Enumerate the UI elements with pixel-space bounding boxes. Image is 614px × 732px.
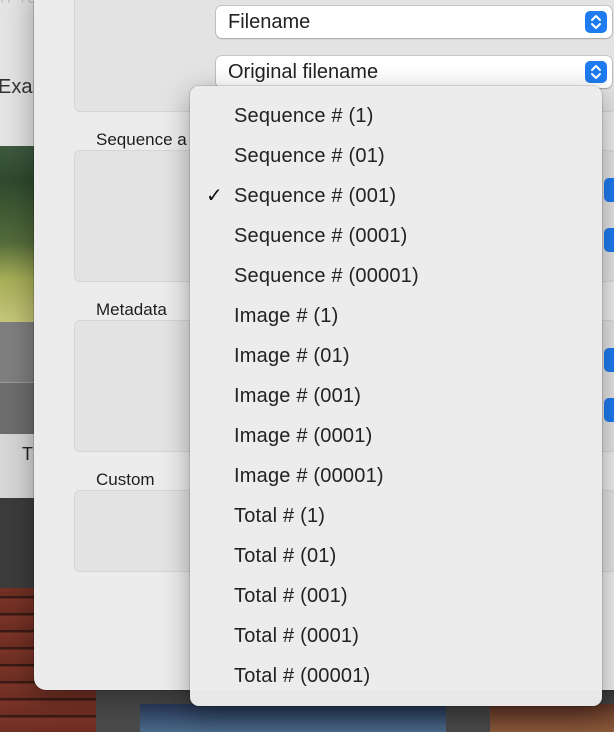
menu-item-label: Sequence # (0001) <box>234 225 408 247</box>
checkmark-icon: ✓ <box>206 185 223 207</box>
filmstrip-thumbnail[interactable] <box>490 704 614 732</box>
popup-label: Filename <box>228 11 311 33</box>
menu-item-label: Image # (0001) <box>234 425 373 447</box>
menu-item[interactable]: Sequence # (01) <box>190 136 602 176</box>
menu-item[interactable]: Total # (00001) <box>190 656 602 696</box>
menu-item[interactable]: Image # (1) <box>190 296 602 336</box>
up-down-chevron-icon <box>585 11 607 33</box>
menu-item-label: Total # (0001) <box>234 625 360 647</box>
menu-item[interactable]: Total # (01) <box>190 536 602 576</box>
menu-item-label: Sequence # (01) <box>234 145 385 167</box>
up-down-chevron-icon[interactable] <box>604 178 614 202</box>
menu-item[interactable]: Image # (0001) <box>190 416 602 456</box>
menu-item-label: Sequence # (00001) <box>234 265 419 287</box>
menu-item-label: Image # (001) <box>234 385 362 407</box>
menu-item[interactable]: Image # (00001) <box>190 456 602 496</box>
menu-item[interactable]: Sequence # (00001) <box>190 256 602 296</box>
popup-label: Original filename <box>228 61 379 83</box>
menu-item-label: Total # (00001) <box>234 665 371 687</box>
menu-item-label: Sequence # (001) <box>234 185 397 207</box>
menu-item[interactable]: Image # (001) <box>190 376 602 416</box>
up-down-chevron-icon[interactable] <box>604 348 614 372</box>
filename-popup[interactable]: Filename <box>216 6 612 38</box>
custom-group-label: Custom <box>96 470 155 489</box>
menu-item[interactable]: Sequence # (0001) <box>190 216 602 256</box>
menu-item[interactable]: Total # (0001) <box>190 616 602 656</box>
background-photo <box>0 146 38 322</box>
menu-item-label: Total # (001) <box>234 585 348 607</box>
up-down-chevron-icon[interactable] <box>604 398 614 422</box>
menu-item-label: Image # (01) <box>234 345 350 367</box>
original-filename-popup[interactable]: Original filename <box>216 56 612 88</box>
menu-item-label: Total # (01) <box>234 545 337 567</box>
menu-item-label: Sequence # (1) <box>234 105 374 127</box>
sequence-format-menu: Sequence # (1) Sequence # (01) ✓ Sequence #… <box>190 86 602 706</box>
background-band <box>0 322 38 382</box>
sequence-group-label: Sequence a <box>96 130 187 149</box>
background-band <box>0 498 38 588</box>
background-title: n Te <box>0 0 37 9</box>
up-down-chevron-icon <box>585 61 607 83</box>
menu-item[interactable]: ✓ Sequence # (001) <box>190 176 602 216</box>
menu-item[interactable]: Total # (1) <box>190 496 602 536</box>
metadata-group-label: Metadata <box>96 300 167 319</box>
menu-item[interactable]: Sequence # (1) <box>190 96 602 136</box>
up-down-chevron-icon[interactable] <box>604 228 614 252</box>
background-band <box>0 382 38 435</box>
menu-item[interactable]: Total # (001) <box>190 576 602 616</box>
menu-item-label: Total # (1) <box>234 505 326 527</box>
menu-item[interactable]: Image # (01) <box>190 336 602 376</box>
menu-item-label: Image # (00001) <box>234 465 384 487</box>
background-text: T <box>22 444 33 464</box>
menu-item-label: Image # (1) <box>234 305 339 327</box>
filmstrip-thumbnail[interactable] <box>140 704 446 732</box>
